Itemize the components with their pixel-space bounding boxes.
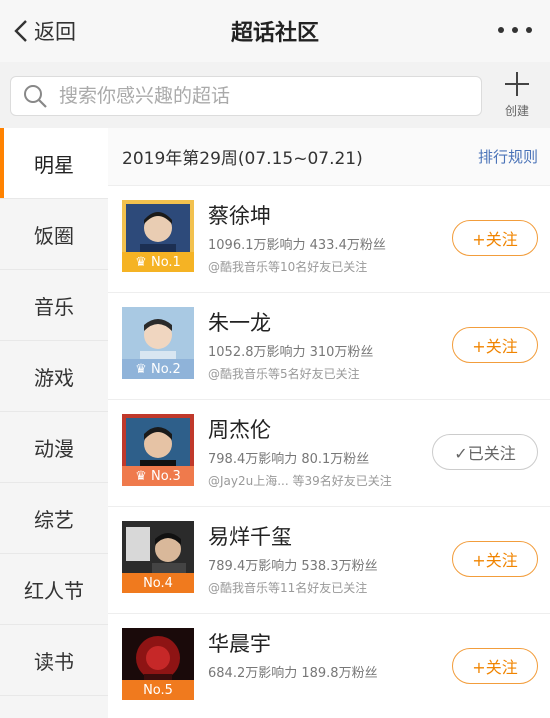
avatar: No.4 — [122, 521, 194, 593]
search-row: 创建 — [0, 62, 550, 128]
ranking-panel: 2019年第29周(07.15~07.21) 排行规则 ♛ No.1 蔡徐坤 1… — [108, 128, 550, 718]
star-name: 蔡徐坤 — [208, 204, 271, 228]
category-sidebar: 明星 饭圈 音乐 游戏 动漫 综艺 红人节 读书 — [0, 128, 108, 718]
sidebar-item-games[interactable]: 游戏 — [0, 341, 108, 412]
star-name: 朱一龙 — [208, 311, 271, 335]
sidebar-item-anime[interactable]: 动漫 — [0, 412, 108, 483]
sidebar-item-fandom[interactable]: 饭圈 — [0, 199, 108, 270]
search-input[interactable] — [59, 85, 459, 107]
friends-following: @Jay2u上海... 等39名好友已关注 — [208, 474, 392, 488]
friends-following: @酷我音乐等5名好友已关注 — [208, 367, 360, 381]
follow-button[interactable]: +关注 — [452, 220, 538, 256]
sidebar-item-label: 动漫 — [34, 436, 74, 461]
star-stats: 798.4万影响力 80.1万粉丝 — [208, 452, 370, 467]
friends-following: @酷我音乐等11名好友已关注 — [208, 581, 368, 595]
sidebar-item-label: 明星 — [34, 152, 74, 177]
plus-icon — [505, 72, 529, 96]
follow-button[interactable]: +关注 — [452, 541, 538, 577]
rank-label: No.2 — [150, 361, 181, 377]
page-title: 超话社区 — [230, 21, 319, 46]
star-name: 周杰伦 — [208, 418, 271, 442]
star-stats: 789.4万影响力 538.3万粉丝 — [208, 559, 378, 574]
ranking-row[interactable]: No.5 华晨宇 684.2万影响力 189.8万粉丝 +关注 — [108, 614, 550, 718]
sidebar-item-label: 饭圈 — [34, 223, 74, 248]
ranking-row[interactable]: ♛ No.1 蔡徐坤 1096.1万影响力 433.4万粉丝 @酷我音乐等10名… — [108, 186, 550, 293]
follow-button[interactable]: +关注 — [452, 327, 538, 363]
search-box[interactable] — [10, 76, 482, 116]
sidebar-item-label: 音乐 — [34, 294, 74, 319]
rank-label: No.4 — [143, 575, 173, 591]
rank-badge: ♛ No.3 — [122, 466, 194, 486]
ranking-row[interactable]: ♛ No.3 周杰伦 798.4万影响力 80.1万粉丝 @Jay2u上海...… — [108, 400, 550, 507]
star-name: 华晨宇 — [208, 632, 271, 656]
avatar: ♛ No.1 — [122, 200, 194, 272]
sidebar-item-music[interactable]: 音乐 — [0, 270, 108, 341]
friends-following: @酷我音乐等10名好友已关注 — [208, 260, 368, 274]
rank-badge: ♛ No.1 — [122, 252, 194, 272]
create-button[interactable]: 创建 — [495, 70, 539, 122]
sidebar-item-label: 读书 — [34, 649, 74, 674]
nav-bar: 返回 超话社区 — [0, 0, 550, 62]
sidebar-item-influencer[interactable]: 红人节 — [0, 554, 108, 625]
avatar: ♛ No.2 — [122, 307, 194, 379]
follow-button[interactable]: +关注 — [452, 648, 538, 684]
rank-label: No.1 — [150, 254, 181, 270]
sidebar-item-variety[interactable]: 综艺 — [0, 483, 108, 554]
rank-label: No.3 — [150, 468, 181, 484]
sidebar-item-reading[interactable]: 读书 — [0, 625, 108, 696]
sidebar-item-label: 红人节 — [24, 578, 84, 603]
crown-icon: ♛ — [135, 361, 151, 377]
rank-badge: No.5 — [122, 680, 194, 700]
rank-badge: No.4 — [122, 573, 194, 593]
more-icon[interactable] — [498, 18, 532, 42]
sidebar-item-label: 游戏 — [34, 365, 74, 390]
star-stats: 1096.1万影响力 433.4万粉丝 — [208, 238, 386, 253]
ranking-row[interactable]: ♛ No.2 朱一龙 1052.8万影响力 310万粉丝 @酷我音乐等5名好友已… — [108, 293, 550, 400]
star-stats: 1052.8万影响力 310万粉丝 — [208, 345, 374, 360]
crown-icon: ♛ — [135, 254, 151, 270]
ranking-row[interactable]: No.4 易烊千玺 789.4万影响力 538.3万粉丝 @酷我音乐等11名好友… — [108, 507, 550, 614]
create-label: 创建 — [504, 104, 529, 118]
avatar: ♛ No.3 — [122, 414, 194, 486]
rank-label: No.5 — [143, 682, 173, 698]
sidebar-item-label: 综艺 — [34, 507, 74, 532]
star-stats: 684.2万影响力 189.8万粉丝 — [208, 666, 378, 681]
avatar: No.5 — [122, 628, 194, 700]
crown-icon: ♛ — [135, 468, 151, 484]
star-name: 易烊千玺 — [208, 525, 292, 549]
week-label: 2019年第29周(07.15~07.21) — [122, 149, 363, 169]
followed-button[interactable]: ✓已关注 — [432, 434, 538, 470]
week-bar: 2019年第29周(07.15~07.21) 排行规则 — [108, 128, 550, 186]
sidebar-item-stars[interactable]: 明星 — [0, 128, 108, 199]
ranking-rules-link[interactable]: 排行规则 — [478, 146, 538, 167]
search-icon — [24, 85, 47, 108]
rank-badge: ♛ No.2 — [122, 359, 194, 379]
